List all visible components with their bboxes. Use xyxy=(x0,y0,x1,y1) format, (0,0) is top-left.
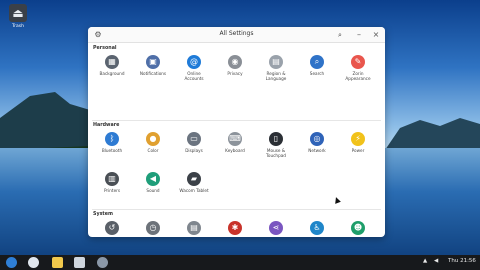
users-icon: ☻ xyxy=(351,221,365,235)
settings-item-label: Displays xyxy=(185,148,203,153)
settings-item-firewall[interactable]: ✱Firewall Configuration xyxy=(215,221,255,237)
clock[interactable]: Thu 21:56 xyxy=(448,258,476,264)
section-title-system: System xyxy=(93,212,113,217)
settings-item-background[interactable]: ▦ Background xyxy=(92,55,132,89)
settings-item-label: Wacom Tablet xyxy=(179,188,209,193)
software-icon[interactable] xyxy=(74,257,85,268)
details-icon: ▤ xyxy=(187,221,201,235)
settings-taskbar-icon[interactable] xyxy=(97,257,108,268)
settings-item-privacy[interactable]: ◉ Privacy xyxy=(215,55,255,89)
taskbar: ▲ ◀ Thu 21:56 xyxy=(0,255,480,270)
network-icon: ◎ xyxy=(310,132,324,146)
files-icon[interactable] xyxy=(52,257,63,268)
minimize-icon[interactable]: – xyxy=(353,29,365,41)
trash-icon: ⏏ xyxy=(9,4,27,22)
settings-item-label: Printers xyxy=(103,188,121,193)
settings-item-label: Sound xyxy=(146,188,160,193)
background-icon: ▦ xyxy=(105,55,119,69)
firewall-icon: ✱ xyxy=(228,221,242,235)
date-time-icon: ◷ xyxy=(146,221,160,235)
close-icon[interactable]: × xyxy=(370,29,382,41)
settings-item-label: Color xyxy=(147,148,159,153)
settings-item-region-language[interactable]: ▤ Region & Language xyxy=(256,55,296,89)
search-toggle-button[interactable]: ⌕ xyxy=(333,29,347,41)
settings-item-color[interactable]: ● Color xyxy=(133,132,173,166)
printers-icon: ▥ xyxy=(105,172,119,186)
settings-item-label: Privacy xyxy=(227,71,243,76)
keyboard-icon: ⌨ xyxy=(228,132,242,146)
settings-window: ⚙ All Settings ⌕ – × Personal ▦ Background… xyxy=(88,27,385,237)
settings-item-label: Search xyxy=(309,71,325,76)
universal-access-icon: ♿ xyxy=(310,221,324,235)
settings-item-printers[interactable]: ▥ Printers xyxy=(92,172,132,206)
settings-item-displays[interactable]: ▭ Displays xyxy=(174,132,214,166)
zorin-menu-icon[interactable] xyxy=(6,257,17,268)
settings-item-universal-access[interactable]: ♿Universal Access xyxy=(297,221,337,237)
sharing-icon: ⋖ xyxy=(269,221,283,235)
appearance-icon: ✎ xyxy=(351,55,365,69)
online-accounts-icon: @ xyxy=(187,55,201,69)
settings-item-label: Region & Language xyxy=(265,71,287,82)
settings-item-backups[interactable]: ↺Backups xyxy=(92,221,132,237)
section-title-personal: Personal xyxy=(93,46,117,51)
settings-item-details[interactable]: ▤Details xyxy=(174,221,214,237)
settings-item-network[interactable]: ◎ Network xyxy=(297,132,337,166)
sound-icon: ◀ xyxy=(146,172,160,186)
region-language-icon: ▤ xyxy=(269,55,283,69)
browser-icon[interactable] xyxy=(28,257,39,268)
mouse-icon: ▯ xyxy=(269,132,283,146)
settings-item-label: Keyboard xyxy=(225,148,245,153)
section-title-hardware: Hardware xyxy=(93,123,120,128)
bluetooth-icon: ᛒ xyxy=(105,132,119,146)
settings-item-power[interactable]: ⚡ Power xyxy=(338,132,378,166)
settings-item-bluetooth[interactable]: ᛒ Bluetooth xyxy=(92,132,132,166)
settings-item-search[interactable]: ⌕ Search xyxy=(297,55,337,89)
settings-item-users[interactable]: ☻Users xyxy=(338,221,378,237)
settings-item-sound[interactable]: ◀ Sound xyxy=(133,172,173,206)
settings-item-label: Notifications xyxy=(139,71,167,76)
settings-item-date-time[interactable]: ◷Date & Time xyxy=(133,221,173,237)
settings-item-appearance[interactable]: ✎ Zorin Appearance xyxy=(338,55,378,89)
network-tray-icon[interactable]: ▲ xyxy=(423,258,427,264)
section-divider xyxy=(92,120,381,121)
privacy-icon: ◉ xyxy=(228,55,242,69)
displays-icon: ▭ xyxy=(187,132,201,146)
settings-item-label: Online Accounts xyxy=(184,71,204,82)
backups-icon: ↺ xyxy=(105,221,119,235)
power-icon: ⚡ xyxy=(351,132,365,146)
settings-item-keyboard[interactable]: ⌨ Keyboard xyxy=(215,132,255,166)
settings-item-label: Power xyxy=(351,148,365,153)
section-divider xyxy=(92,209,381,210)
volume-tray-icon[interactable]: ◀ xyxy=(434,258,438,264)
color-icon: ● xyxy=(146,132,160,146)
window-titlebar: ⚙ All Settings ⌕ – × xyxy=(88,27,385,43)
settings-item-mouse[interactable]: ▯ Mouse & Touchpad xyxy=(256,132,296,166)
settings-item-wacom-tablet[interactable]: ▰ Wacom Tablet xyxy=(174,172,214,206)
desktop-trash[interactable]: ⏏ Trash xyxy=(3,4,33,38)
search-icon: ⌕ xyxy=(310,55,324,69)
settings-item-online-accounts[interactable]: @ Online Accounts xyxy=(174,55,214,89)
settings-item-sharing[interactable]: ⋖Sharing xyxy=(256,221,296,237)
settings-item-label: Background xyxy=(99,71,125,76)
wacom-tablet-icon: ▰ xyxy=(187,172,201,186)
settings-item-label: Mouse & Touchpad xyxy=(266,148,286,159)
settings-item-label: Network xyxy=(308,148,326,153)
settings-item-notifications[interactable]: ▣ Notifications xyxy=(133,55,173,89)
notifications-icon: ▣ xyxy=(146,55,160,69)
settings-item-label: Bluetooth xyxy=(101,148,123,153)
desktop-trash-label: Trash xyxy=(12,24,24,29)
settings-item-label: Zorin Appearance xyxy=(345,71,371,82)
